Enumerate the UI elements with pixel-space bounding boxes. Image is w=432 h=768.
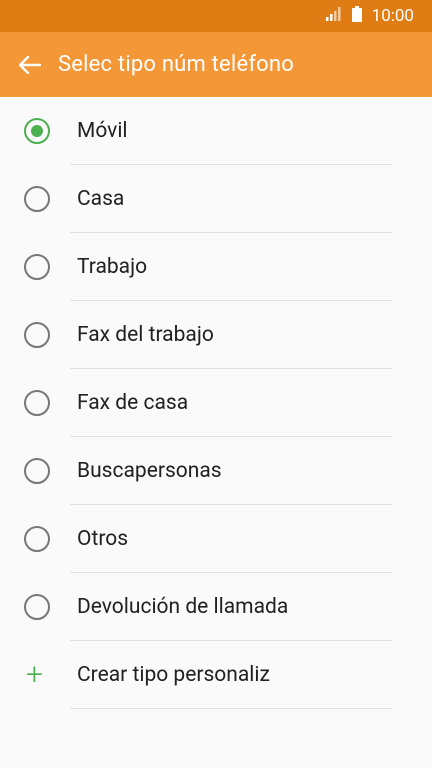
option-label: Buscapersonas (77, 459, 222, 483)
radio-button[interactable] (24, 458, 50, 484)
radio-button[interactable] (24, 254, 50, 280)
status-time: 10:00 (371, 6, 414, 26)
plus-icon: + (26, 657, 43, 692)
radio-button[interactable] (24, 594, 50, 620)
option-devolucion-llamada[interactable]: Devolución de llamada (0, 573, 432, 641)
option-casa[interactable]: Casa (0, 165, 432, 233)
phone-type-list: Móvil Casa Trabajo Fax del trabajo Fax d… (0, 97, 432, 709)
option-buscapersonas[interactable]: Buscapersonas (0, 437, 432, 505)
signal-icon (325, 6, 342, 26)
option-label: Otros (77, 527, 129, 551)
back-arrow-icon[interactable] (14, 49, 46, 81)
divider (70, 708, 392, 709)
radio-button-checked[interactable] (24, 118, 50, 144)
radio-button[interactable] (24, 526, 50, 552)
option-trabajo[interactable]: Trabajo (0, 233, 432, 301)
option-label: Casa (77, 187, 125, 211)
create-custom-type-item[interactable]: + Crear tipo personaliz (0, 641, 432, 709)
radio-button[interactable] (24, 322, 50, 348)
option-fax-trabajo[interactable]: Fax del trabajo (0, 301, 432, 369)
battery-icon (351, 5, 362, 27)
option-label: Devolución de llamada (77, 595, 289, 619)
option-label: Móvil (77, 119, 128, 143)
page-title: Selec tipo núm teléfono (58, 52, 295, 77)
option-movil[interactable]: Móvil (0, 97, 432, 165)
option-label: Fax de casa (77, 391, 189, 415)
app-bar: Selec tipo núm teléfono (0, 32, 432, 97)
option-label: Trabajo (77, 255, 148, 279)
status-bar: 10:00 (0, 0, 432, 32)
option-otros[interactable]: Otros (0, 505, 432, 573)
option-label: Fax del trabajo (77, 323, 214, 347)
option-fax-casa[interactable]: Fax de casa (0, 369, 432, 437)
radio-button[interactable] (24, 186, 50, 212)
radio-button[interactable] (24, 390, 50, 416)
create-custom-type-label: Crear tipo personaliz (77, 663, 270, 687)
